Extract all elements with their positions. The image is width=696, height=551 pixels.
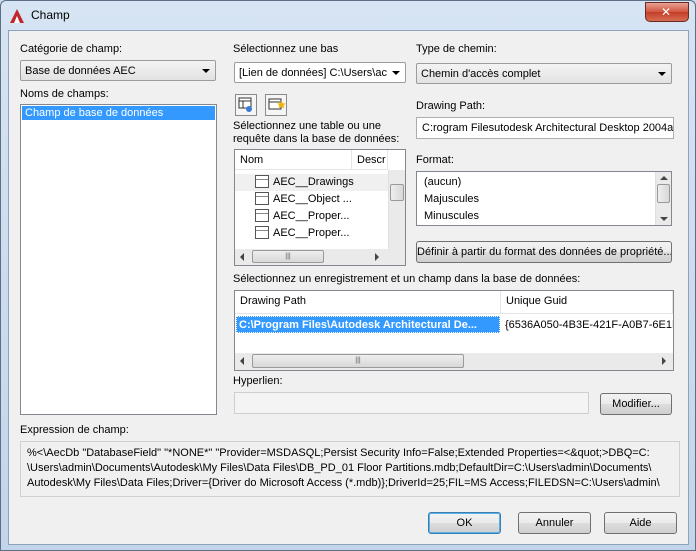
scroll-left-icon[interactable] [240, 357, 244, 365]
column-header-description[interactable]: Descr [352, 150, 388, 170]
format-item[interactable]: Majuscules [424, 193, 479, 205]
drawing-path-value: C:rogram Filesutodesk Architectural Desk… [422, 122, 674, 134]
grip-icon: ||| [285, 253, 291, 260]
record-cell-unique-guid[interactable]: {6536A050-4B3E-421F-A0B7-6E1E [505, 319, 673, 334]
field-category-dropdown[interactable]: Base de données AEC [20, 60, 216, 81]
query-view-icon [268, 98, 286, 110]
field-category-value: Base de données AEC [25, 65, 136, 77]
chevron-down-icon [392, 71, 400, 75]
scroll-down-icon[interactable] [660, 217, 668, 221]
format-label: Format: [416, 154, 454, 166]
scroll-left-icon[interactable] [240, 253, 244, 261]
table-list-vertical-scrollbar[interactable] [388, 170, 405, 249]
field-expression-box: %<\AecDb "DatabaseField" "*NONE*" "Provi… [20, 441, 680, 497]
format-item[interactable]: (aucun) [424, 176, 461, 188]
scroll-right-icon[interactable] [662, 357, 666, 365]
field-names-list[interactable]: Champ de base de données [20, 104, 217, 415]
dialog-client: Catégorie de champ: Base de données AEC … [8, 30, 689, 545]
table-row-label: AEC__Object ... [273, 193, 352, 205]
chevron-down-icon [658, 72, 666, 76]
table-row[interactable]: AEC__Object ... [235, 191, 388, 208]
format-item[interactable]: Minuscules [424, 210, 479, 222]
scroll-right-icon[interactable] [375, 253, 379, 261]
table-list[interactable]: Nom Descr AEC__Drawings AEC__Object ... … [234, 149, 406, 266]
dialog-window: Champ ✕ Catégorie de champ: Base de donn… [0, 0, 696, 551]
record-grid-horizontal-scrollbar[interactable]: ||| [235, 353, 673, 370]
table-row[interactable]: AEC__Proper... [235, 208, 388, 225]
table-icon [255, 175, 269, 188]
expression-line: Autodesk\My Files\Data Files;Driver={Dri… [27, 477, 660, 489]
scroll-up-icon[interactable] [660, 176, 668, 180]
hyperlink-label: Hyperlien: [233, 375, 283, 387]
drawing-path-label: Drawing Path: [416, 100, 486, 112]
format-list-scrollbar[interactable] [655, 172, 671, 225]
table-icon [255, 192, 269, 205]
database-value: [Lien de données] C:\Users\ac [239, 67, 387, 79]
grip-icon: ||| [355, 357, 361, 364]
expression-label: Expression de champ: [20, 424, 129, 436]
table-icon [255, 226, 269, 239]
record-grid[interactable]: Drawing Path Unique Guid C:\Program File… [234, 290, 674, 371]
path-type-value: Chemin d'accès complet [421, 68, 541, 80]
column-header-name[interactable]: Nom [235, 150, 352, 170]
expression-line: \Users\admin\Documents\Autodesk\My Files… [27, 462, 652, 474]
chevron-down-icon [202, 69, 210, 73]
close-icon: ✕ [661, 5, 672, 19]
table-row[interactable]: AEC__Proper... [235, 225, 388, 242]
table-row-label: AEC__Proper... [273, 227, 350, 239]
table-list-horizontal-scrollbar[interactable]: ||| [235, 249, 405, 265]
table-select-label-1: Sélectionnez une table ou une [233, 120, 382, 132]
query-view-button[interactable] [265, 94, 287, 116]
table-icon [255, 209, 269, 222]
define-from-property-format-button[interactable]: Définir à partir du format des données d… [416, 241, 672, 263]
database-dropdown[interactable]: [Lien de données] C:\Users\ac [234, 62, 406, 83]
path-type-dropdown[interactable]: Chemin d'accès complet [416, 63, 672, 84]
table-row-label: AEC__Proper... [273, 210, 350, 222]
scrollbar-thumb[interactable] [657, 184, 670, 203]
record-select-label: Sélectionnez un enregistrement et un cha… [233, 273, 581, 285]
cancel-button[interactable]: Annuler [518, 512, 591, 534]
database-label: Sélectionnez une bas [233, 43, 339, 55]
autocad-logo-icon [10, 9, 24, 23]
scrollbar-thumb[interactable]: ||| [252, 354, 464, 368]
scrollbar-thumb[interactable] [390, 184, 404, 201]
record-cell-drawing-path[interactable]: C:\Program Files\Autodesk Architectural … [236, 316, 500, 333]
scrollbar-thumb[interactable]: ||| [252, 250, 324, 263]
window-title: Champ [31, 8, 70, 22]
expression-line: %<\AecDb "DatabaseField" "*NONE*" "Provi… [27, 447, 650, 459]
table-row[interactable]: AEC__Drawings [235, 174, 388, 191]
column-header-drawing-path[interactable]: Drawing Path [235, 291, 501, 314]
column-header-unique-guid[interactable]: Unique Guid [501, 291, 673, 314]
modify-hyperlink-button[interactable]: Modifier... [600, 393, 672, 415]
title-bar: Champ ✕ [1, 1, 695, 29]
format-list[interactable]: (aucun) Majuscules Minuscules [416, 171, 672, 226]
table-view-button[interactable] [235, 94, 257, 116]
field-name-item[interactable]: Champ de base de données [22, 106, 215, 120]
table-row-label: AEC__Drawings [273, 176, 354, 188]
path-type-label: Type de chemin: [416, 43, 497, 55]
help-button[interactable]: Aide [604, 512, 677, 534]
ok-button[interactable]: OK [428, 512, 501, 534]
table-view-icon [238, 97, 252, 112]
field-category-label: Catégorie de champ: [20, 43, 123, 55]
close-button[interactable]: ✕ [645, 2, 689, 22]
drawing-path-value-box: C:rogram Filesutodesk Architectural Desk… [416, 117, 674, 139]
hyperlink-input[interactable] [234, 392, 589, 414]
field-names-label: Noms de champs: [20, 88, 109, 100]
table-select-label-2: requête dans la base de données: [233, 133, 400, 145]
